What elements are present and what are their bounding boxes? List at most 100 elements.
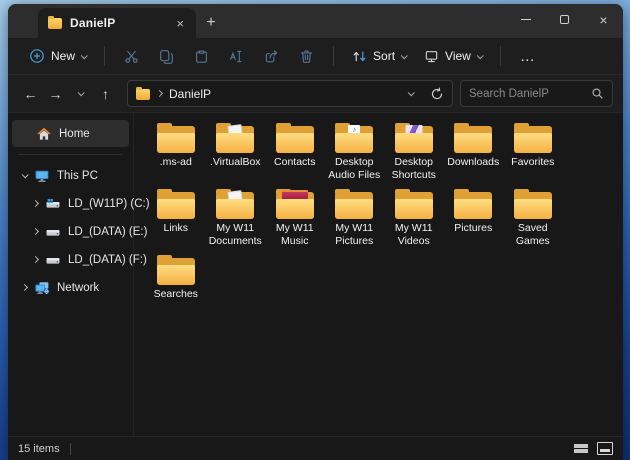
see-more-button[interactable]: … (510, 48, 546, 65)
folder-tile[interactable]: Contacts (265, 123, 325, 189)
details-view-icon[interactable] (574, 443, 588, 455)
folder-icon (136, 89, 150, 100)
file-list[interactable]: .ms-ad .VirtualBox Contacts ♪ Desktop Au… (134, 113, 623, 436)
folder-icon (157, 123, 195, 153)
chevron-right-icon[interactable] (32, 256, 39, 263)
folder-icon (157, 255, 195, 285)
folder-name: Pictures (454, 222, 492, 235)
folder-tile[interactable]: .ms-ad (146, 123, 206, 189)
folder-icon-documents (216, 189, 254, 219)
chevron-right-icon[interactable] (32, 200, 39, 207)
folder-icon (276, 123, 314, 153)
back-button[interactable]: ← (18, 81, 43, 107)
this-pc-icon (34, 168, 50, 184)
sidebar-item-network[interactable]: Network (12, 274, 129, 301)
network-icon (34, 280, 50, 296)
forward-button[interactable]: → (43, 81, 68, 107)
minimize-icon (521, 19, 531, 20)
minimize-button[interactable] (506, 4, 545, 35)
folder-tile[interactable]: .VirtualBox (206, 123, 266, 189)
folder-tile[interactable]: Searches (146, 255, 206, 321)
toolbar-separator (333, 46, 334, 66)
maximize-button[interactable] (545, 4, 584, 35)
folder-tile[interactable]: Pictures (444, 189, 504, 255)
view-toggles (574, 442, 613, 455)
cut-button[interactable] (114, 42, 149, 70)
folder-tile[interactable]: My W11 Documents (206, 189, 266, 255)
file-explorer-window: DanielP × + × New (8, 4, 623, 460)
chevron-right-icon[interactable] (21, 284, 28, 291)
folder-name: .ms-ad (160, 156, 192, 169)
title-bar[interactable]: DanielP × + × (8, 4, 623, 38)
folder-name: Desktop Audio Files (325, 156, 385, 182)
item-count: 15 items (18, 443, 60, 455)
folder-icon-music (276, 189, 314, 219)
view-icon (424, 49, 439, 64)
search-input[interactable] (469, 88, 587, 100)
folder-tile[interactable]: My W11 Music (265, 189, 325, 255)
desktop-wallpaper: DanielP × + × New (0, 0, 630, 460)
tab-title: DanielP (70, 16, 165, 30)
folder-tile[interactable]: ♪ Desktop Audio Files (325, 123, 385, 189)
copy-button[interactable] (149, 42, 184, 70)
chevron-down-icon (78, 89, 85, 96)
folder-tile[interactable]: Downloads (444, 123, 504, 189)
tab-close-icon[interactable]: × (173, 15, 187, 32)
sidebar-item-label: Network (57, 282, 99, 294)
sidebar-item-drive-f[interactable]: LD_(DATA) (F:) (12, 246, 129, 273)
folder-tile[interactable]: Desktop Shortcuts (384, 123, 444, 189)
folder-icon (514, 123, 552, 153)
chevron-down-icon (81, 52, 88, 59)
sidebar-item-this-pc[interactable]: This PC (12, 162, 129, 189)
sidebar-item-drive-c[interactable]: LD_(W11P) (C:) (12, 190, 129, 217)
breadcrumb[interactable]: DanielP (169, 87, 211, 101)
paste-button[interactable] (184, 42, 219, 70)
chevron-down-icon (401, 52, 408, 59)
new-tab-button[interactable]: + (196, 8, 226, 38)
sidebar-item-home[interactable]: Home (12, 120, 129, 147)
copy-icon (159, 49, 174, 64)
folder-tile[interactable]: Favorites (503, 123, 563, 189)
chevron-down-icon[interactable] (22, 171, 29, 178)
folder-icon (335, 189, 373, 219)
breadcrumb-chevron-icon (156, 90, 163, 97)
refresh-button[interactable] (430, 87, 444, 101)
folder-icon-audio: ♪ (335, 123, 373, 153)
up-button[interactable]: ↑ (93, 81, 118, 107)
folder-tile[interactable]: Links (146, 189, 206, 255)
rename-button[interactable] (219, 42, 254, 70)
sort-icon (352, 49, 367, 64)
folder-tile[interactable]: Saved Games (503, 189, 563, 255)
new-button[interactable]: New (20, 42, 95, 70)
folder-icon-shortcuts (395, 123, 433, 153)
navigation-pane: Home This PC (8, 113, 134, 436)
folder-icon (157, 189, 195, 219)
folder-name: Downloads (447, 156, 499, 169)
address-dropdown-icon[interactable] (408, 89, 415, 96)
share-icon (264, 49, 279, 64)
search-box[interactable] (460, 80, 613, 107)
close-button[interactable]: × (584, 4, 623, 35)
delete-button[interactable] (289, 42, 324, 70)
share-button[interactable] (254, 42, 289, 70)
folder-tile[interactable]: My W11 Videos (384, 189, 444, 255)
folder-name: My W11 Documents (206, 222, 266, 248)
status-divider (70, 443, 71, 455)
status-bar: 15 items (8, 436, 623, 460)
chevron-right-icon[interactable] (32, 228, 39, 235)
sidebar-separator (18, 154, 123, 155)
folder-name: Saved Games (503, 222, 563, 248)
large-icons-view-icon[interactable] (597, 442, 613, 455)
explorer-tab[interactable]: DanielP × (38, 8, 196, 38)
sidebar-item-drive-e[interactable]: LD_(DATA) (E:) (12, 218, 129, 245)
folder-name: Contacts (274, 156, 315, 169)
recent-locations-button[interactable] (68, 81, 93, 107)
cut-icon (124, 49, 139, 64)
toolbar-separator (104, 46, 105, 66)
sort-button[interactable]: Sort (343, 42, 415, 70)
window-controls: × (506, 4, 623, 35)
maximize-icon (560, 15, 569, 24)
folder-tile[interactable]: My W11 Pictures (325, 189, 385, 255)
view-button[interactable]: View (415, 42, 491, 70)
address-bar[interactable]: DanielP (127, 80, 453, 107)
